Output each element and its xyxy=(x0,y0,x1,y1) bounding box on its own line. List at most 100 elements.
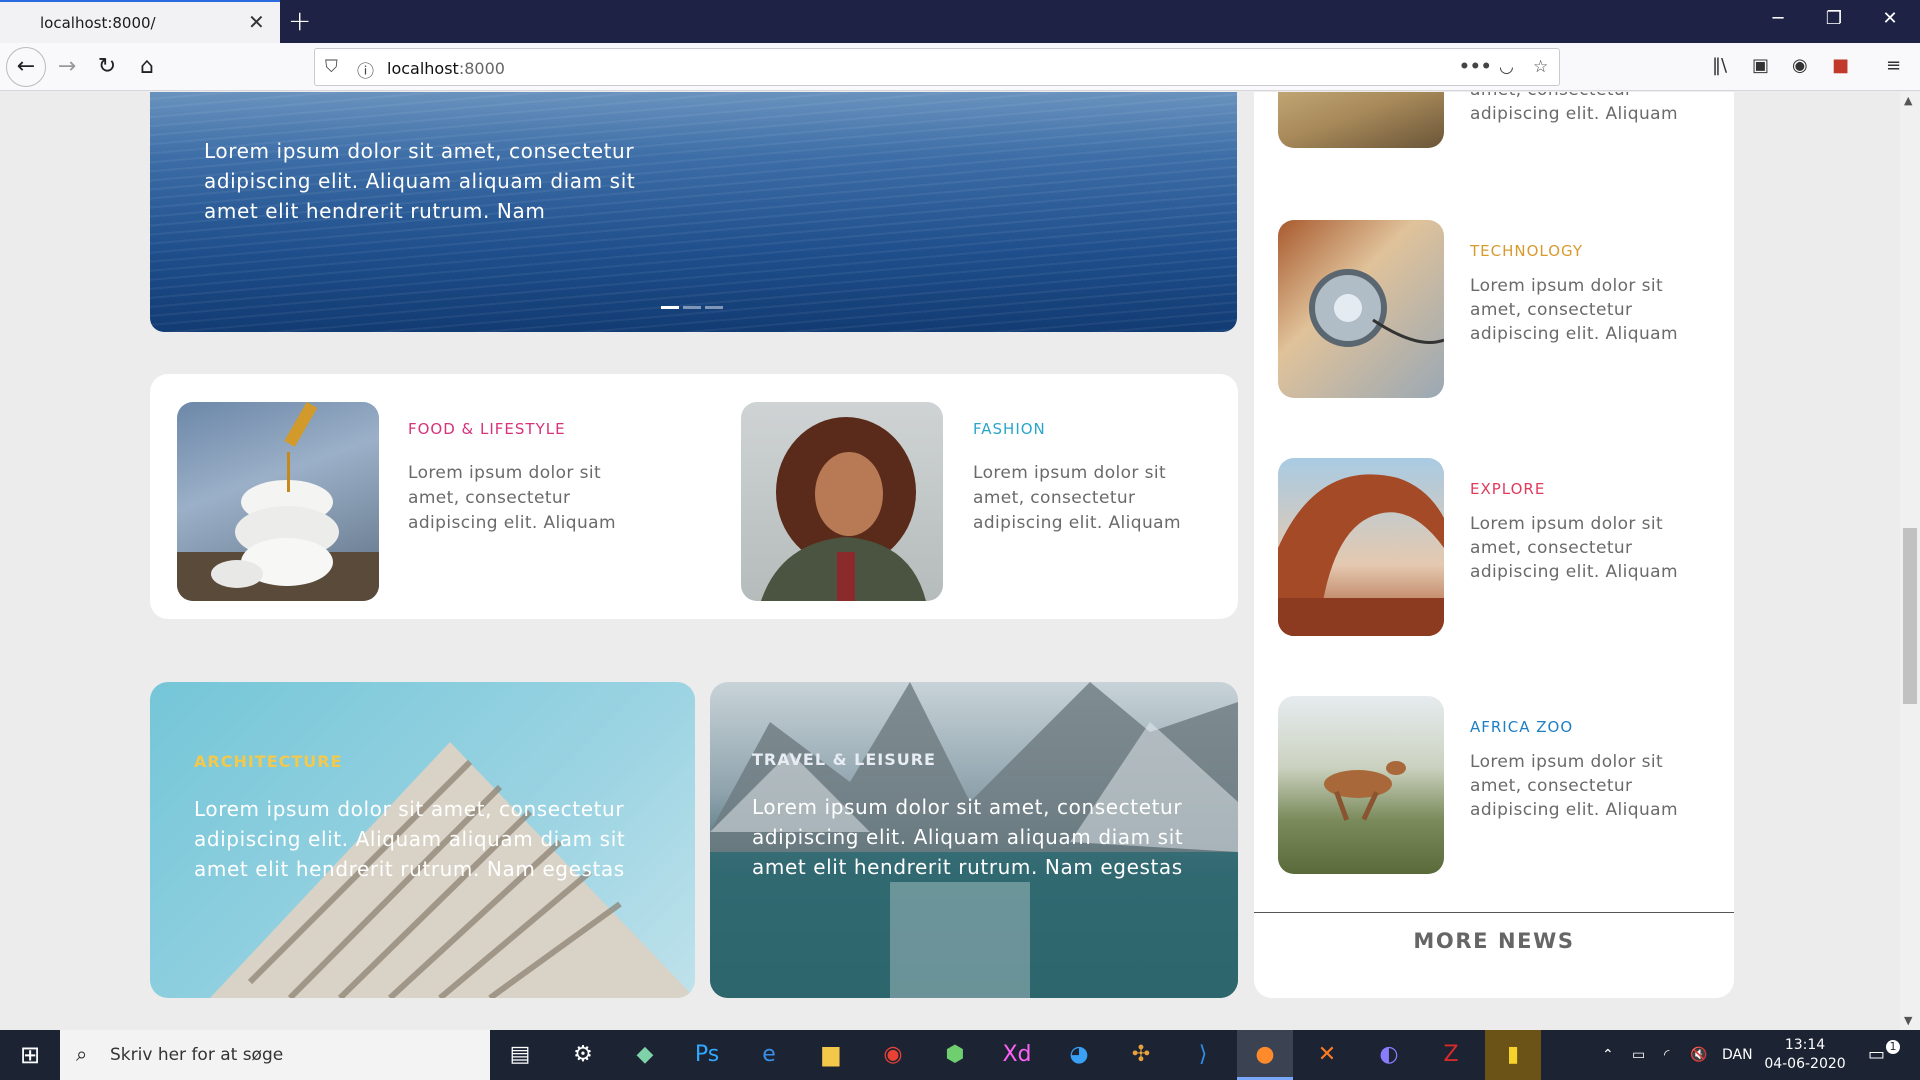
page-scrollbar[interactable]: ▲ ▼ xyxy=(1900,92,1920,1030)
travel-card[interactable]: TRAVEL & LEISURE Lorem ipsum dolor sit a… xyxy=(710,682,1238,998)
arch-image[interactable] xyxy=(1278,458,1444,636)
tab-title: localhost:8000/ xyxy=(40,14,156,32)
browser-toolbar: ← → ↻ ⌂ ⛉ ⓘ localhost:8000 ••• ◡ ☆ ‖\ ▣ … xyxy=(0,43,1920,91)
restore-icon[interactable]: ❐ xyxy=(1814,8,1854,29)
side-category-label: EXPLORE xyxy=(1470,480,1546,498)
slider-dot[interactable] xyxy=(661,306,679,309)
clock-date: 04-06-2020 xyxy=(1764,1056,1846,1072)
forward-arrow-icon[interactable]: → xyxy=(50,51,84,85)
bookmark-star-icon[interactable]: ☆ xyxy=(1533,57,1548,77)
woman-portrait-image[interactable] xyxy=(741,402,943,601)
scroll-down-icon[interactable]: ▼ xyxy=(1904,1014,1912,1027)
search-icon: ⌕ xyxy=(76,1042,88,1066)
card-category[interactable]: FOOD & LIFESTYLE xyxy=(408,420,566,438)
notification-center-icon[interactable]: ▭ xyxy=(1868,1030,1885,1080)
xampp-icon[interactable]: ✕ xyxy=(1299,1030,1355,1080)
antelope-illustration xyxy=(1324,761,1406,821)
slack-icon[interactable]: ✣ xyxy=(1113,1030,1169,1080)
card-category-label: FOOD & LIFESTYLE xyxy=(408,420,566,438)
firefox-dev-icon[interactable]: ◕ xyxy=(1051,1030,1107,1080)
tab-close-icon[interactable]: ✕ xyxy=(248,10,265,34)
url-text[interactable]: localhost:8000 xyxy=(387,59,505,78)
browser-tab-bar: localhost:8000/ ✕ + ─ ❐ ✕ xyxy=(0,0,1920,43)
filezilla-icon[interactable]: Z xyxy=(1423,1030,1479,1080)
slider-dot[interactable] xyxy=(683,306,701,309)
task-view-icon[interactable]: ▤ xyxy=(492,1030,548,1080)
shield-icon[interactable]: ⛉ xyxy=(325,57,338,77)
big-card-category[interactable]: TRAVEL & LEISURE xyxy=(752,750,936,769)
honey-jar-image[interactable] xyxy=(177,402,379,601)
back-arrow-icon[interactable]: ← xyxy=(6,47,46,87)
windows-start-icon[interactable]: ⊞ xyxy=(0,1030,60,1080)
close-window-icon[interactable]: ✕ xyxy=(1870,8,1910,29)
side-category-label: TECHNOLOGY xyxy=(1470,242,1584,260)
lion-image[interactable] xyxy=(1278,92,1444,148)
edge-icon[interactable]: e xyxy=(741,1030,797,1080)
sidebar-icon[interactable]: ▣ xyxy=(1752,55,1769,76)
home-icon[interactable]: ⌂ xyxy=(130,51,164,85)
big-card-category[interactable]: ARCHITECTURE xyxy=(194,752,343,771)
taskbar-clock[interactable]: 13:14 04-06-2020 xyxy=(1760,1036,1850,1074)
hero-text: Lorem ipsum dolor sit amet, consectetur … xyxy=(204,139,636,223)
side-category[interactable]: EXPLORE xyxy=(1470,480,1545,498)
headphones-image[interactable] xyxy=(1278,220,1444,398)
chrome-icon[interactable]: ◉ xyxy=(865,1030,921,1080)
browser-tab[interactable]: localhost:8000/ ✕ xyxy=(0,0,280,43)
tray-chevron-icon[interactable]: ⌃ xyxy=(1602,1030,1614,1080)
clock-time: 13:14 xyxy=(1784,1037,1826,1053)
side-body: amet, consectetur adipiscing elit. Aliqu… xyxy=(1470,92,1678,124)
node-icon[interactable]: ⬢ xyxy=(927,1030,983,1080)
slider-dot[interactable] xyxy=(705,306,723,309)
battery-icon[interactable]: ▭ xyxy=(1632,1030,1645,1080)
search-placeholder: Skriv her for at søge xyxy=(110,1045,284,1065)
side-body: Lorem ipsum dolor sit amet, consectetur … xyxy=(1470,276,1678,344)
firefox-icon[interactable]: ● xyxy=(1237,1030,1293,1080)
scroll-thumb[interactable] xyxy=(1903,528,1917,704)
language-indicator[interactable]: DAN xyxy=(1722,1030,1753,1080)
woman-portrait-illustration xyxy=(761,417,926,601)
taskbar-search[interactable]: ⌕ Skriv her for at søge xyxy=(60,1030,490,1080)
sidebar-news: amet, consectetur adipiscing elit. Aliqu… xyxy=(1254,92,1734,998)
vscode-icon[interactable]: ⟩ xyxy=(1175,1030,1231,1080)
minimize-icon[interactable]: ─ xyxy=(1758,8,1798,29)
card-category[interactable]: FASHION xyxy=(973,420,1046,438)
windows-taskbar: ⊞ ⌕ Skriv her for at søge ▤ ⚙ ◆ Ps e ▆ ◉… xyxy=(0,1030,1920,1080)
cards-panel: FOOD & LIFESTYLE Lorem ipsum dolor sit a… xyxy=(150,374,1238,619)
reload-icon[interactable]: ↻ xyxy=(90,51,124,85)
card-body: Lorem ipsum dolor sit amet, consectetur … xyxy=(408,463,616,533)
url-port: :8000 xyxy=(458,59,505,78)
page-actions-icon[interactable]: ••• xyxy=(1459,57,1492,77)
info-icon[interactable]: ⓘ xyxy=(357,57,374,82)
adobe-xd-icon[interactable]: Xd xyxy=(989,1030,1045,1080)
account-icon[interactable]: ◉ xyxy=(1792,55,1808,76)
library-icon[interactable]: ‖\ xyxy=(1712,55,1727,76)
extension-icon[interactable]: ■ xyxy=(1832,55,1849,76)
arch-illustration xyxy=(1278,474,1444,636)
side-category[interactable]: TECHNOLOGY xyxy=(1470,242,1583,260)
url-host: localhost xyxy=(387,59,459,78)
settings-icon[interactable]: ⚙ xyxy=(555,1030,611,1080)
hero-slider[interactable]: Lorem ipsum dolor sit amet, consectetur … xyxy=(150,92,1237,332)
wifi-icon[interactable]: ◜ xyxy=(1664,1030,1669,1080)
sticky-notes-icon[interactable]: ▮ xyxy=(1485,1030,1541,1080)
page-viewport: Lorem ipsum dolor sit amet, consectetur … xyxy=(0,92,1900,1030)
photoshop-icon[interactable]: Ps xyxy=(679,1030,735,1080)
card-category-label: FASHION xyxy=(973,420,1046,438)
gitkraken-icon[interactable]: ◆ xyxy=(617,1030,673,1080)
card-body: Lorem ipsum dolor sit amet, consectetur … xyxy=(973,463,1181,533)
menu-icon[interactable]: ≡ xyxy=(1886,55,1901,76)
file-explorer-icon[interactable]: ▆ xyxy=(803,1030,859,1080)
big-card-body: Lorem ipsum dolor sit amet, consectetur … xyxy=(752,795,1184,879)
more-news-button[interactable]: MORE NEWS xyxy=(1254,912,1734,998)
new-tab-button[interactable]: + xyxy=(288,4,311,37)
headphones-illustration xyxy=(1309,269,1444,347)
tor-icon[interactable]: ◐ xyxy=(1361,1030,1417,1080)
address-bar[interactable]: ⛉ ⓘ localhost:8000 ••• ◡ ☆ xyxy=(314,48,1560,86)
scroll-up-icon[interactable]: ▲ xyxy=(1904,94,1912,107)
pocket-icon[interactable]: ◡ xyxy=(1499,57,1514,77)
volume-mute-icon[interactable]: 🔇 xyxy=(1690,1030,1707,1080)
antelope-image[interactable] xyxy=(1278,696,1444,874)
architecture-card[interactable]: ARCHITECTURE Lorem ipsum dolor sit amet,… xyxy=(150,682,695,998)
side-category[interactable]: AFRICA ZOO xyxy=(1470,718,1573,736)
side-category-label: AFRICA ZOO xyxy=(1470,718,1574,736)
